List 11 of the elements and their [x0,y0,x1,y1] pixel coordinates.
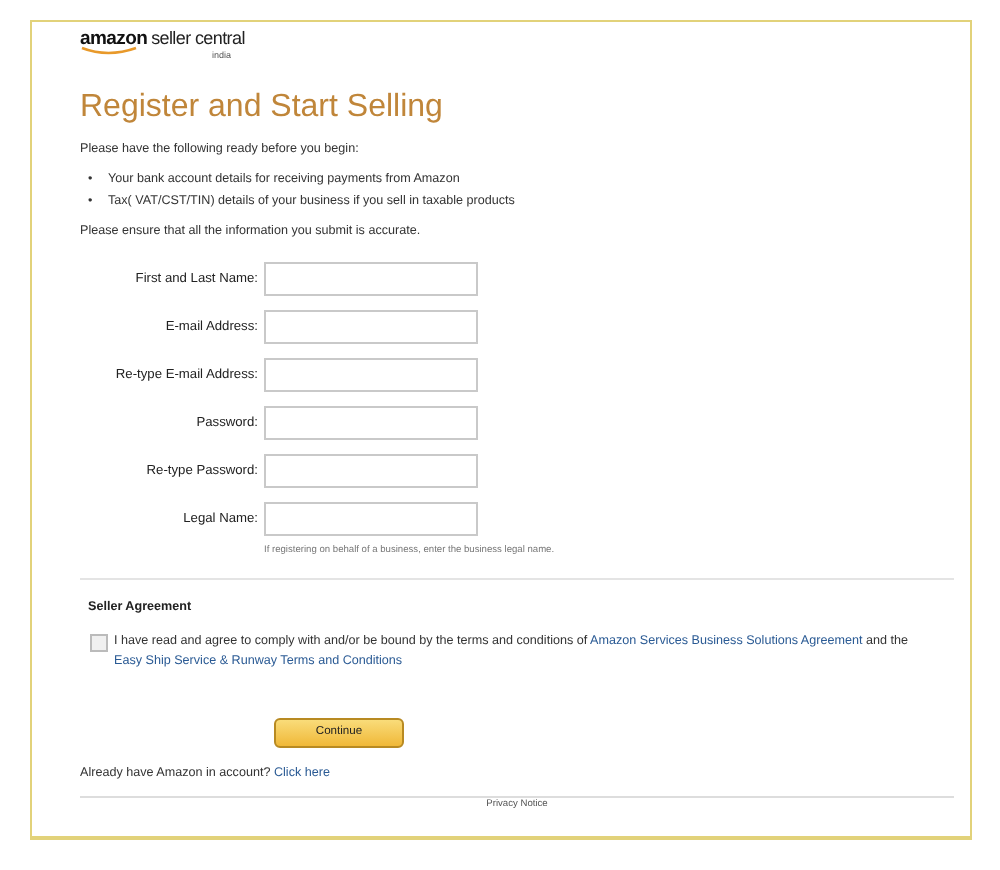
input-field[interactable] [264,502,478,536]
input-field[interactable] [264,454,478,488]
smile-icon [80,46,140,56]
logo-brand: amazon [80,28,148,50]
input-field[interactable] [264,406,478,440]
input-field[interactable] [264,358,478,392]
agreement-checkbox[interactable] [90,634,108,652]
logo-product: seller central [151,28,245,48]
input-field[interactable] [264,262,478,296]
page-title: Register and Start Selling [80,90,445,126]
input-field[interactable] [264,310,478,344]
